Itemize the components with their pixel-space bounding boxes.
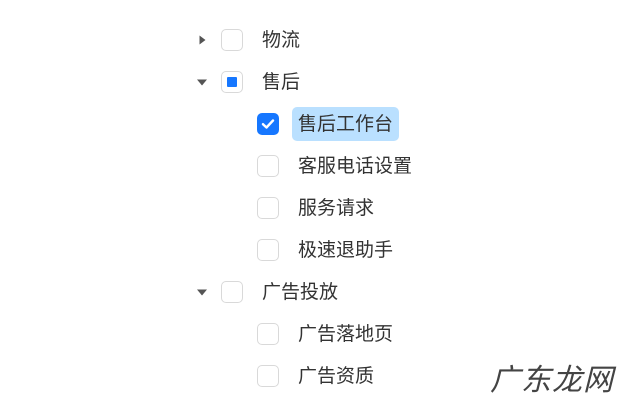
tree-checkbox[interactable] [257, 323, 279, 345]
permission-tree-page: 物流 售后 售后工作台 客服电话设置 服务请求 极速退助手 广告投放 广告落地页… [0, 0, 629, 405]
checkmark-icon [261, 119, 275, 129]
caret-right-icon[interactable] [196, 34, 208, 46]
tree-checkbox[interactable] [221, 281, 243, 303]
tree-checkbox-checked[interactable] [257, 113, 279, 135]
watermark: 广东龙网 [490, 363, 614, 398]
tree-checkbox[interactable] [221, 29, 243, 51]
tree-node-label[interactable]: 客服电话设置 [298, 149, 412, 183]
tree-node-label-selected[interactable]: 售后工作台 [292, 107, 400, 141]
tree-node-label[interactable]: 广告落地页 [298, 317, 393, 351]
tree-node-label[interactable]: 服务请求 [298, 191, 374, 225]
tree-checkbox[interactable] [257, 365, 279, 387]
tree-checkbox[interactable] [257, 239, 279, 261]
tree-node-label[interactable]: 极速退助手 [298, 233, 393, 267]
tree-checkbox-indeterminate[interactable] [221, 71, 243, 93]
caret-down-icon[interactable] [196, 286, 208, 298]
tree-node-label[interactable]: 物流 [262, 23, 300, 57]
tree-node-label[interactable]: 广告投放 [262, 275, 338, 309]
tree-checkbox[interactable] [257, 155, 279, 177]
tree-node-label[interactable]: 广告资质 [298, 359, 374, 393]
tree-node-label[interactable]: 售后 [262, 65, 300, 99]
tree-checkbox[interactable] [257, 197, 279, 219]
indeterminate-mark-icon [227, 77, 237, 87]
caret-down-icon[interactable] [196, 76, 208, 88]
